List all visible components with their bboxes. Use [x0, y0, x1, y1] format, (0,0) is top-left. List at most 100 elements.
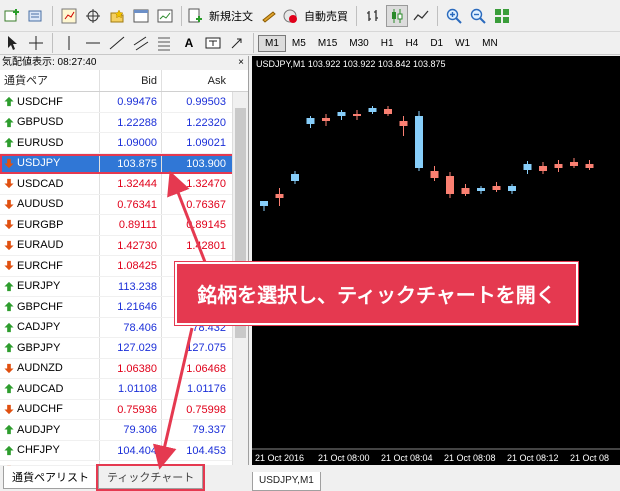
- candle-body: [306, 118, 315, 124]
- time-axis-label: 21 Oct 08:12: [507, 453, 559, 463]
- ask-cell: 1.01176: [187, 383, 226, 395]
- zoom-out-button[interactable]: [467, 5, 489, 27]
- timeframe-m15[interactable]: M15: [312, 36, 343, 51]
- bid-cell: 1.06380: [100, 358, 162, 378]
- data-window-button[interactable]: [82, 5, 104, 27]
- market-watch-row[interactable]: GBPUSD 1.22288 1.22320: [0, 112, 248, 133]
- strategy-tester-button[interactable]: [154, 5, 176, 27]
- zoom-in-button[interactable]: [443, 5, 465, 27]
- market-watch-row[interactable]: EURUSD 1.09000 1.09021: [0, 133, 248, 154]
- terminal-button[interactable]: [130, 5, 152, 27]
- bid-cell: 1.09000: [100, 133, 162, 153]
- timeframe-w1[interactable]: W1: [449, 36, 476, 51]
- horizontal-line-button[interactable]: [82, 32, 104, 54]
- symbol-cell: GBPJPY: [0, 338, 100, 358]
- arrow-up-icon: [4, 343, 14, 353]
- metaeditor-icon: [262, 10, 276, 23]
- new-order-button[interactable]: 新規注文: [187, 5, 256, 27]
- market-watch-row[interactable]: EURGBP 0.89111 0.89145: [0, 215, 248, 236]
- arrow-up-icon: [4, 138, 14, 148]
- toolbar-separator: [52, 5, 53, 26]
- market-watch-row[interactable]: AUDJPY 79.306 79.337: [0, 420, 248, 441]
- market-watch-header: 通貨ペア Bid Ask: [0, 70, 248, 92]
- arrows-button[interactable]: [226, 32, 248, 54]
- candlestick-button[interactable]: [386, 4, 408, 27]
- timeframe-mn[interactable]: MN: [476, 36, 504, 51]
- metaeditor-button[interactable]: [258, 5, 280, 27]
- vertical-line-icon: [68, 36, 70, 50]
- text-button[interactable]: A: [178, 32, 200, 54]
- arrow-down-icon: [4, 199, 14, 209]
- line-chart-button[interactable]: [410, 5, 432, 27]
- symbol-label: EURUSD: [17, 136, 64, 149]
- ask-cell: 1.09021: [186, 137, 226, 149]
- bid-cell: 1.22288: [100, 112, 162, 132]
- bid-cell: 0.76341: [100, 194, 162, 214]
- bid-cell: 1.21646: [100, 297, 162, 317]
- timeframe-h4[interactable]: H4: [400, 36, 425, 51]
- chart-window[interactable]: 21 Oct 2016 21 Oct 08:00 21 Oct 08:04 21 Oc…: [252, 56, 620, 465]
- market-watch-row[interactable]: AUDUSD 0.76341 0.76367: [0, 194, 248, 215]
- profiles-button[interactable]: [25, 5, 47, 27]
- new-order-icon: [188, 8, 202, 22]
- time-axis-label: 21 Oct 08:00: [318, 453, 370, 463]
- market-watch-row[interactable]: GBPJPY 127.029 127.075: [0, 338, 248, 359]
- symbol-cell: USDCHF: [0, 92, 100, 112]
- symbol-label: AUDNZD: [17, 362, 63, 375]
- close-icon[interactable]: ×: [238, 56, 244, 70]
- cursor-button[interactable]: [1, 32, 23, 54]
- ask-cell: 1.22320: [186, 116, 226, 129]
- trend-line-button[interactable]: [106, 32, 128, 54]
- bar-chart-button[interactable]: [362, 5, 384, 27]
- candle-body: [554, 164, 563, 168]
- new-chart-button[interactable]: [1, 5, 23, 27]
- timeframe-h1[interactable]: H1: [375, 36, 400, 51]
- timeframe-m30[interactable]: M30: [343, 36, 374, 51]
- market-watch-row[interactable]: CHFJPY 104.404 104.453: [0, 440, 248, 461]
- text-label-button[interactable]: [202, 32, 224, 54]
- arrow-up-icon: [4, 425, 14, 435]
- column-header-symbol[interactable]: 通貨ペア: [0, 70, 100, 91]
- column-header-ask[interactable]: Ask: [162, 70, 230, 91]
- market-watch-row[interactable]: AUDCHF 0.75936 0.75998: [0, 399, 248, 420]
- bid-cell: 1.32444: [100, 174, 162, 194]
- candle-body: [477, 188, 485, 191]
- market-watch-row[interactable]: AUDNZD 1.06380 1.06468: [0, 358, 248, 379]
- navigator-button[interactable]: [106, 5, 128, 27]
- symbol-label: USDCHF: [17, 95, 63, 108]
- timeframe-d1[interactable]: D1: [424, 36, 449, 51]
- ask-cell: 0.89145: [186, 219, 226, 231]
- new-order-label: 新規注文: [209, 10, 253, 23]
- bid-cell: 104.404: [100, 440, 162, 460]
- symbol-label: EURJPY: [17, 280, 61, 293]
- crosshair-button[interactable]: [25, 32, 47, 54]
- arrow-up-icon: [4, 322, 14, 332]
- bid-cell: 1.42730: [100, 235, 162, 255]
- symbol-cell: EURCHF: [0, 256, 100, 276]
- symbol-label: GBPUSD: [17, 116, 64, 129]
- market-watch-row[interactable]: AUDCAD 1.01108 1.01176: [0, 379, 248, 400]
- market-watch-row[interactable]: USDCHF 0.99476 0.99503: [0, 92, 248, 113]
- arrow-up-icon: [4, 445, 14, 455]
- market-watch-row[interactable]: EURAUD 1.42730 1.42801: [0, 235, 248, 256]
- fibonacci-button[interactable]: [154, 32, 176, 54]
- vertical-line-button[interactable]: [58, 32, 80, 54]
- timeframe-m1[interactable]: M1: [258, 34, 286, 52]
- market-watch-row[interactable]: USDCAD 1.32444 1.32470: [0, 174, 248, 195]
- zoom-out-icon: [470, 8, 486, 24]
- column-header-bid[interactable]: Bid: [100, 70, 162, 91]
- tab-tick-chart[interactable]: ティックチャート: [95, 464, 206, 491]
- timeframe-m5[interactable]: M5: [286, 36, 312, 51]
- tab-symbol-list[interactable]: 通貨ペアリスト: [3, 466, 98, 489]
- ask-cell: 0.75998: [186, 403, 226, 416]
- toolbar-separator: [52, 33, 53, 53]
- tile-windows-button[interactable]: [491, 5, 513, 27]
- auto-trading-button[interactable]: 自動売買: [282, 5, 351, 27]
- symbol-label: CHFJPY: [17, 444, 60, 457]
- channel-button[interactable]: [130, 32, 152, 54]
- chart-tab-usdjpy[interactable]: USDJPY,M1: [252, 472, 321, 491]
- market-watch-row[interactable]: USDJPY 103.875 103.900: [0, 153, 248, 174]
- candlestick-chart: 21 Oct 2016 21 Oct 08:00 21 Oct 08:04 21 Oc…: [252, 106, 620, 463]
- symbol-label: AUDJPY: [17, 423, 61, 436]
- market-watch-button[interactable]: [58, 5, 80, 27]
